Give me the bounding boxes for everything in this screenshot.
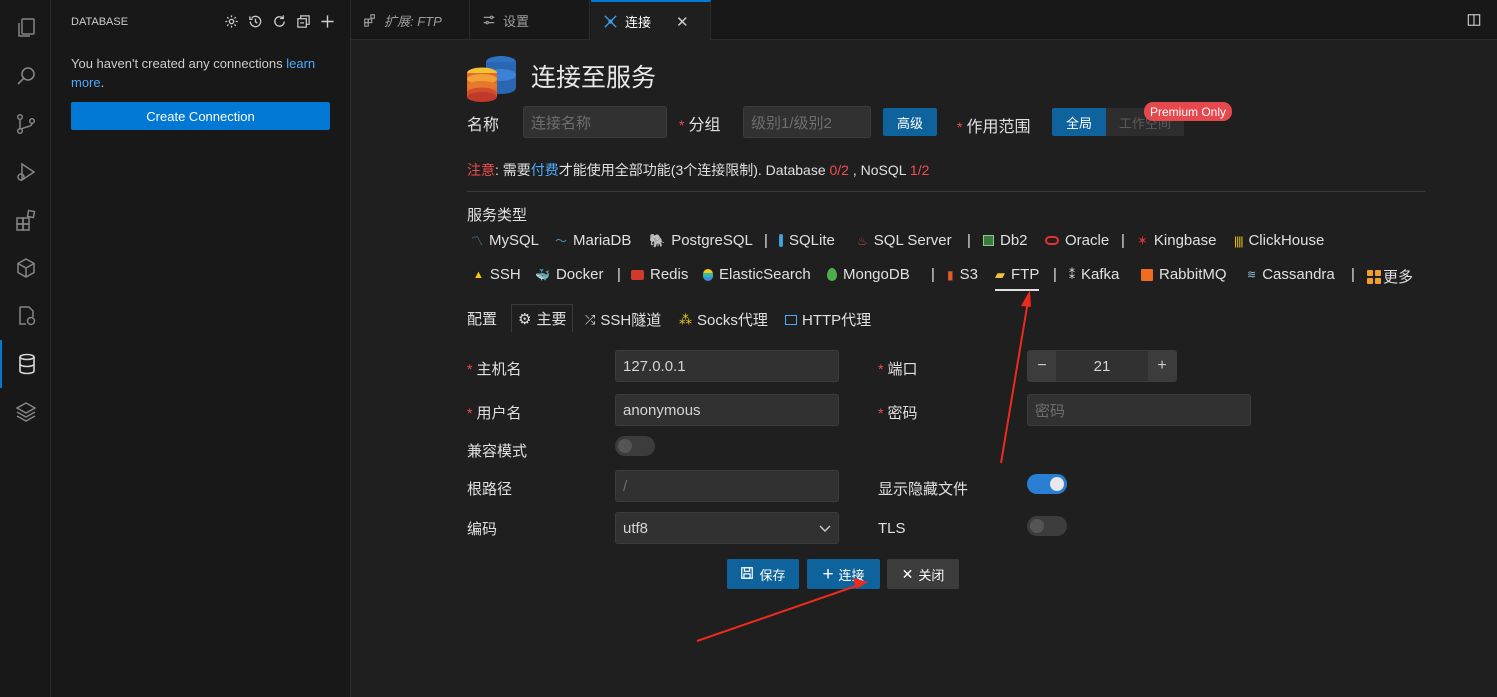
source-control-icon[interactable] — [0, 100, 51, 148]
arrow-to-ftp — [1000, 290, 1031, 464]
tab-label: 扩展: FTP — [384, 13, 442, 29]
settings-sliders-icon — [482, 13, 496, 27]
tab-extension-ftp[interactable]: 扩展: FTP — [351, 0, 470, 40]
arrow-to-connect — [696, 578, 868, 642]
connect-icon — [603, 14, 618, 29]
period-text: . — [100, 75, 105, 90]
database-icon[interactable] — [0, 340, 51, 388]
tab-settings[interactable]: 设置 — [470, 0, 590, 40]
settings-icon[interactable] — [223, 13, 240, 30]
remote-file-icon[interactable] — [0, 292, 51, 340]
empty-message-text: You haven't created any connections — [71, 56, 287, 71]
sidebar-toolbar — [223, 13, 336, 30]
database-sidebar: DATABASE You haven't created any connect… — [51, 0, 351, 697]
tab-label: 设置 — [503, 13, 530, 29]
extensions-icon[interactable] — [0, 196, 51, 244]
refresh-icon[interactable] — [271, 13, 288, 30]
search-icon[interactable] — [0, 52, 51, 100]
run-debug-icon[interactable] — [0, 148, 51, 196]
package-icon[interactable] — [0, 244, 51, 292]
sidebar-title: DATABASE — [71, 16, 129, 28]
layers-icon[interactable] — [0, 388, 51, 436]
tab-connect[interactable]: 连接 ✕ — [591, 0, 711, 41]
editor-tabs: 扩展: FTP 设置 连接 ✕ — [351, 0, 1497, 41]
close-tab-icon[interactable]: ✕ — [676, 13, 689, 31]
annotation-arrows — [696, 290, 1031, 642]
empty-connections-message: You haven't created any connections lear… — [71, 54, 331, 92]
connection-form: 连接至服务 名称 连接名称 * 分组 级别1/级别2 高级 * 作用范围 全局 工作… — [351, 41, 1497, 697]
activity-bar — [0, 0, 51, 697]
add-icon[interactable] — [319, 13, 336, 30]
create-connection-button[interactable]: Create Connection — [71, 102, 330, 130]
collapse-all-icon[interactable] — [295, 13, 312, 30]
split-editor-icon[interactable] — [1467, 13, 1481, 32]
tab-label: 连接 — [625, 15, 652, 30]
extension-icon — [363, 13, 377, 27]
history-icon[interactable] — [247, 13, 264, 30]
explorer-icon[interactable] — [0, 4, 51, 52]
